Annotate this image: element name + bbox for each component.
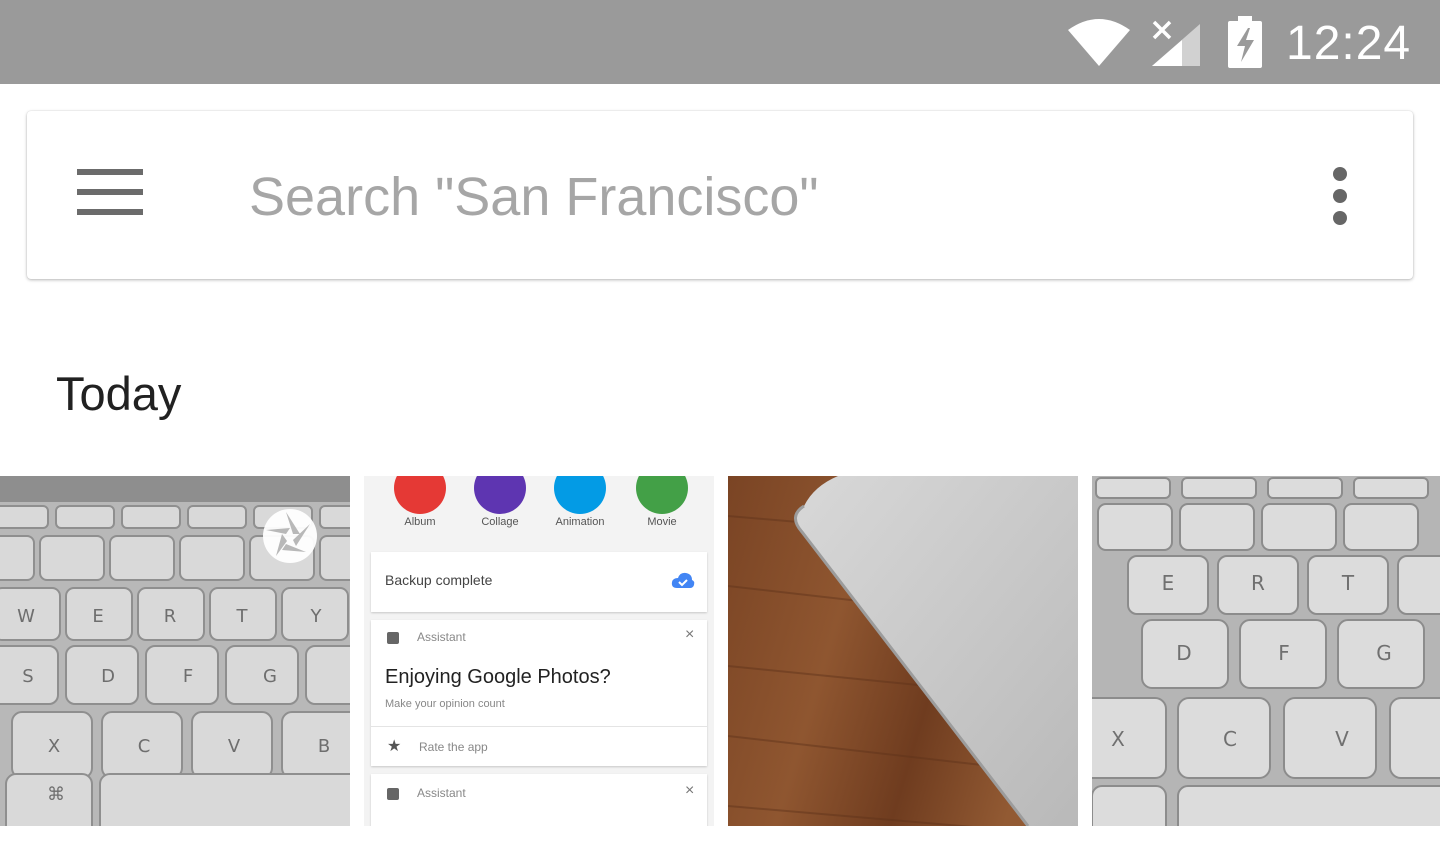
key-label: R [164, 606, 177, 627]
fab-label: Album [404, 516, 436, 528]
movie-fab [636, 476, 688, 514]
key-label: V [1335, 727, 1349, 751]
more-vertical-icon[interactable] [1325, 165, 1355, 227]
star-icon: ★ [387, 738, 402, 755]
key-label: D [101, 666, 115, 687]
key-label: X [1111, 727, 1125, 751]
prompt-subtitle: Make your opinion count [385, 698, 505, 710]
key-label: B [318, 736, 330, 757]
status-bar: 12:24 [0, 0, 1440, 84]
key-label: G [263, 666, 277, 687]
key-label: X [48, 736, 60, 757]
key-label: F [1278, 641, 1290, 665]
prompt-title: Enjoying Google Photos? [385, 666, 611, 688]
key-label: S [22, 666, 33, 687]
photo-tile-keyboard-closeup[interactable]: E R T D F G X C V [1092, 476, 1440, 826]
animation-fab [554, 476, 606, 514]
assistant-label: Assistant [417, 786, 466, 800]
key-label: G [1376, 641, 1392, 665]
search-input[interactable] [249, 159, 1249, 235]
collage-fab [474, 476, 526, 514]
fab-label: Movie [647, 516, 677, 528]
key-label: V [228, 736, 241, 757]
photo-tile-keyboard[interactable]: W E R T Y S D F G X C V B ⌘ [0, 476, 350, 826]
hamburger-menu-icon[interactable] [77, 167, 145, 219]
backup-card: Backup complete [371, 552, 707, 612]
assistant-label: Assistant [417, 630, 466, 644]
fab-label: Collage [481, 516, 519, 528]
assistant-icon [387, 632, 399, 644]
key-label: C [1223, 727, 1237, 751]
fab-label: Animation [555, 516, 605, 528]
close-icon: × [685, 626, 695, 643]
key-label: T [1341, 571, 1355, 595]
album-fab [394, 476, 446, 514]
cloud-check-icon [671, 572, 695, 588]
key-label: F [183, 666, 193, 687]
status-clock: 12:24 [1286, 17, 1412, 70]
close-icon: × [685, 782, 695, 799]
key-label: R [1251, 571, 1265, 595]
signal-no-sim-icon [1152, 20, 1200, 66]
key-label: E [1162, 571, 1175, 595]
key-label: E [92, 606, 103, 627]
assistant-icon [387, 788, 399, 800]
wifi-icon [1068, 19, 1130, 66]
key-label: ⌘ [47, 784, 65, 805]
photo-tile-trackpad[interactable] [728, 476, 1078, 826]
camera-aperture-icon [263, 509, 317, 563]
key-label: T [236, 606, 249, 627]
assistant-card-2: Assistant × [371, 774, 707, 826]
battery-charging-icon [1228, 16, 1262, 68]
key-label: W [17, 606, 35, 627]
rate-text: Rate the app [419, 740, 488, 754]
search-bar [27, 111, 1413, 279]
key-label: D [1176, 641, 1191, 665]
assistant-card: Assistant × Enjoying Google Photos? Make… [371, 620, 707, 766]
key-label: C [138, 736, 151, 757]
backup-text: Backup complete [385, 572, 493, 588]
photo-tile-screenshot[interactable]: Album Collage Animation Movie Backup com… [364, 476, 714, 826]
key-label: Y [310, 606, 323, 627]
section-title-today: Today [56, 367, 182, 420]
